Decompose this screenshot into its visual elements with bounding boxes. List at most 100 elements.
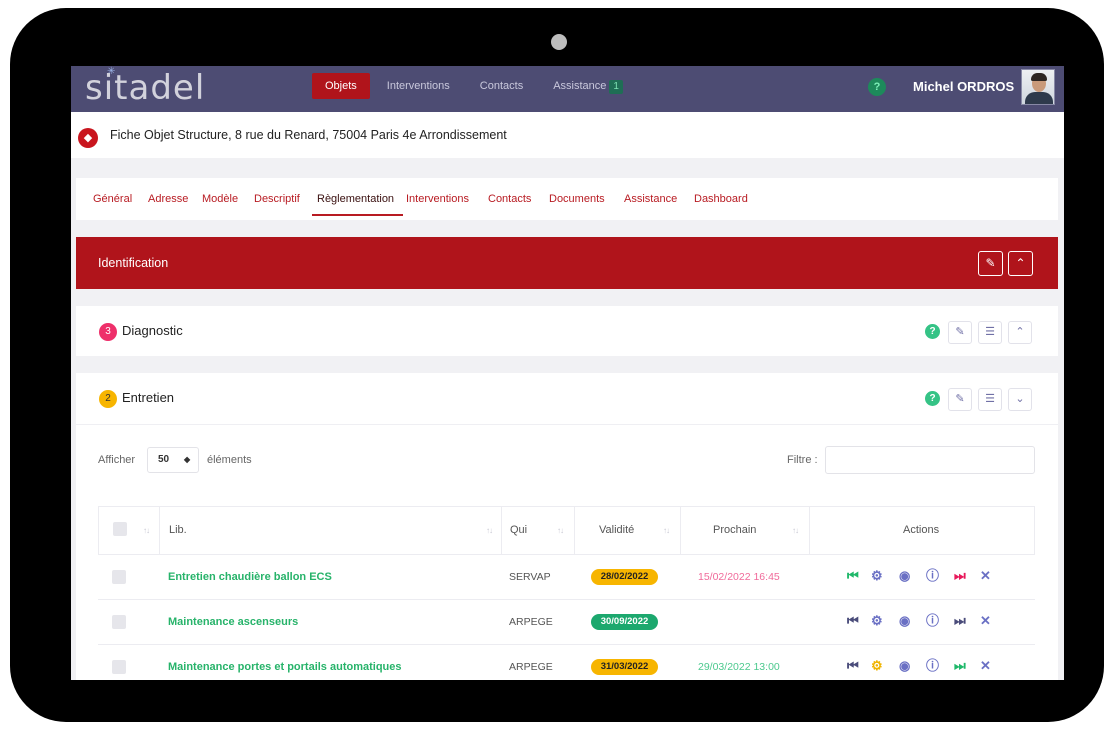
- col-actions: Actions: [903, 524, 940, 536]
- select-arrows-icon: ◆: [184, 455, 191, 464]
- row-checkbox[interactable]: [112, 660, 126, 674]
- tab-reglementation[interactable]: Règlementation: [317, 193, 394, 205]
- entretien-title: Entretien: [122, 390, 175, 405]
- app-logo[interactable]: sitadel: [85, 68, 205, 108]
- skip-forward-icon[interactable]: ⏭: [954, 658, 966, 674]
- eye-icon[interactable]: ◉: [899, 613, 910, 629]
- chevron-up-icon[interactable]: ⌃: [1008, 321, 1032, 344]
- col-qui[interactable]: Qui: [510, 524, 527, 536]
- edit-icon[interactable]: ✎: [948, 388, 972, 411]
- question-icon[interactable]: ?: [925, 324, 940, 339]
- nav-contacts[interactable]: Contacts: [467, 73, 536, 99]
- row-lib[interactable]: Entretien chaudière ballon ECS: [168, 571, 332, 583]
- select-all-checkbox[interactable]: [113, 522, 127, 536]
- sort-icon[interactable]: ↑↓: [486, 526, 493, 535]
- skip-forward-icon[interactable]: ⏭: [954, 568, 966, 584]
- identification-panel: Identification ✎ ⌃: [76, 237, 1058, 289]
- row-lib[interactable]: Maintenance portes et portails automatiq…: [168, 661, 402, 673]
- row-checkbox[interactable]: [112, 570, 126, 584]
- skip-back-icon[interactable]: ⏮: [847, 568, 859, 584]
- page-size-select[interactable]: 50 ◆: [147, 447, 199, 473]
- info-icon[interactable]: ⓘ: [926, 658, 939, 674]
- diagnostic-panel: 3 Diagnostic ? ✎ ☰ ⌃: [76, 306, 1058, 356]
- tab-modele[interactable]: Modèle: [202, 193, 238, 205]
- filter-label: Filtre :: [787, 454, 818, 466]
- chevron-up-icon[interactable]: ⌃: [1008, 251, 1033, 276]
- row-qui: ARPEGE: [509, 661, 553, 673]
- diagnostic-title: Diagnostic: [122, 323, 183, 338]
- table-row[interactable]: Maintenance ascenseurs ARPEGE 30/09/2022…: [98, 600, 1035, 645]
- col-prochain[interactable]: Prochain: [713, 524, 756, 536]
- avatar[interactable]: [1021, 69, 1055, 105]
- checklist-icon[interactable]: ☰: [978, 321, 1002, 344]
- page-size-value: 50: [158, 454, 170, 465]
- chevron-down-icon[interactable]: ⌄: [1008, 388, 1032, 411]
- table-row[interactable]: Maintenance portes et portails automatiq…: [98, 645, 1035, 680]
- row-lib[interactable]: Maintenance ascenseurs: [168, 616, 298, 628]
- identification-title: Identification: [98, 256, 169, 270]
- info-icon[interactable]: ⓘ: [926, 613, 939, 629]
- gears-icon[interactable]: ⚙: [871, 613, 883, 629]
- sort-icon[interactable]: ↑↓: [792, 526, 799, 535]
- col-lib[interactable]: Lib.: [169, 524, 187, 536]
- column-divider: [574, 507, 575, 556]
- diagnostic-header[interactable]: 3 Diagnostic ? ✎ ☰ ⌃: [76, 306, 1058, 356]
- gears-icon[interactable]: ⚙: [871, 658, 883, 674]
- skip-back-icon[interactable]: ⏮: [847, 658, 859, 674]
- sort-icon[interactable]: ↑↓: [557, 526, 564, 535]
- tab-assistance[interactable]: Assistance: [624, 193, 677, 205]
- active-tab-indicator: [312, 214, 403, 216]
- gears-icon[interactable]: ⚙: [871, 568, 883, 584]
- top-navbar: sitadel ✳ Objets Interventions Contacts …: [71, 66, 1064, 112]
- panel-divider: [76, 424, 1058, 425]
- avatar-hair: [1031, 73, 1047, 81]
- skip-back-icon[interactable]: ⏮: [847, 613, 859, 629]
- question-icon[interactable]: ?: [925, 391, 940, 406]
- filter-input[interactable]: [825, 446, 1035, 474]
- assistance-count-badge: 1: [609, 80, 623, 94]
- table-row[interactable]: Entretien chaudière ballon ECS SERVAP 28…: [98, 555, 1035, 600]
- diagnostic-count-badge: 3: [99, 323, 117, 341]
- entretien-count-badge: 2: [99, 390, 117, 408]
- tab-adresse[interactable]: Adresse: [148, 193, 188, 205]
- tab-documents[interactable]: Documents: [549, 193, 605, 205]
- validity-badge: 30/09/2022: [591, 614, 658, 630]
- tab-general[interactable]: Général: [93, 193, 132, 205]
- tools-icon[interactable]: ✕: [980, 658, 991, 674]
- tab-contacts[interactable]: Contacts: [488, 193, 531, 205]
- tools-icon[interactable]: ✕: [980, 568, 991, 584]
- nav-objets[interactable]: Objets: [312, 73, 370, 99]
- eye-icon[interactable]: ◉: [899, 568, 910, 584]
- sort-icon[interactable]: ↑↓: [663, 526, 670, 535]
- row-prochain: 29/03/2022 13:00: [698, 661, 780, 673]
- page-title: Fiche Objet Structure, 8 rue du Renard, …: [110, 128, 507, 142]
- tab-descriptif[interactable]: Descriptif: [254, 193, 300, 205]
- entretien-header[interactable]: 2 Entretien ? ✎ ☰ ⌄: [76, 373, 1058, 423]
- cube-icon: ◆: [78, 128, 98, 148]
- object-tabs: Général Adresse Modèle Descriptif Règlem…: [76, 178, 1058, 220]
- tab-dashboard[interactable]: Dashboard: [694, 193, 748, 205]
- page-size-suffix: éléments: [207, 454, 252, 466]
- info-icon[interactable]: ⓘ: [926, 568, 939, 584]
- column-divider: [680, 507, 681, 556]
- row-qui: ARPEGE: [509, 616, 553, 628]
- nav-label: Assistance: [553, 80, 607, 92]
- camera-dot: [551, 34, 567, 50]
- validity-badge: 28/02/2022: [591, 569, 658, 585]
- user-name[interactable]: Michel ORDROS: [913, 79, 1014, 94]
- tools-icon[interactable]: ✕: [980, 613, 991, 629]
- checklist-icon[interactable]: ☰: [978, 388, 1002, 411]
- row-checkbox[interactable]: [112, 615, 126, 629]
- question-icon[interactable]: ?: [868, 78, 886, 96]
- nav-interventions[interactable]: Interventions: [374, 73, 463, 99]
- edit-icon[interactable]: ✎: [948, 321, 972, 344]
- skip-forward-icon[interactable]: ⏭: [954, 613, 966, 629]
- screen: sitadel ✳ Objets Interventions Contacts …: [71, 66, 1064, 680]
- tab-interventions[interactable]: Interventions: [406, 193, 469, 205]
- nav-assistance[interactable]: Assistance 1: [540, 73, 636, 99]
- eye-icon[interactable]: ◉: [899, 658, 910, 674]
- row-prochain: 15/02/2022 16:45: [698, 571, 780, 583]
- col-validite[interactable]: Validité: [599, 524, 634, 536]
- edit-icon[interactable]: ✎: [978, 251, 1003, 276]
- sort-icon[interactable]: ↑↓: [143, 526, 150, 535]
